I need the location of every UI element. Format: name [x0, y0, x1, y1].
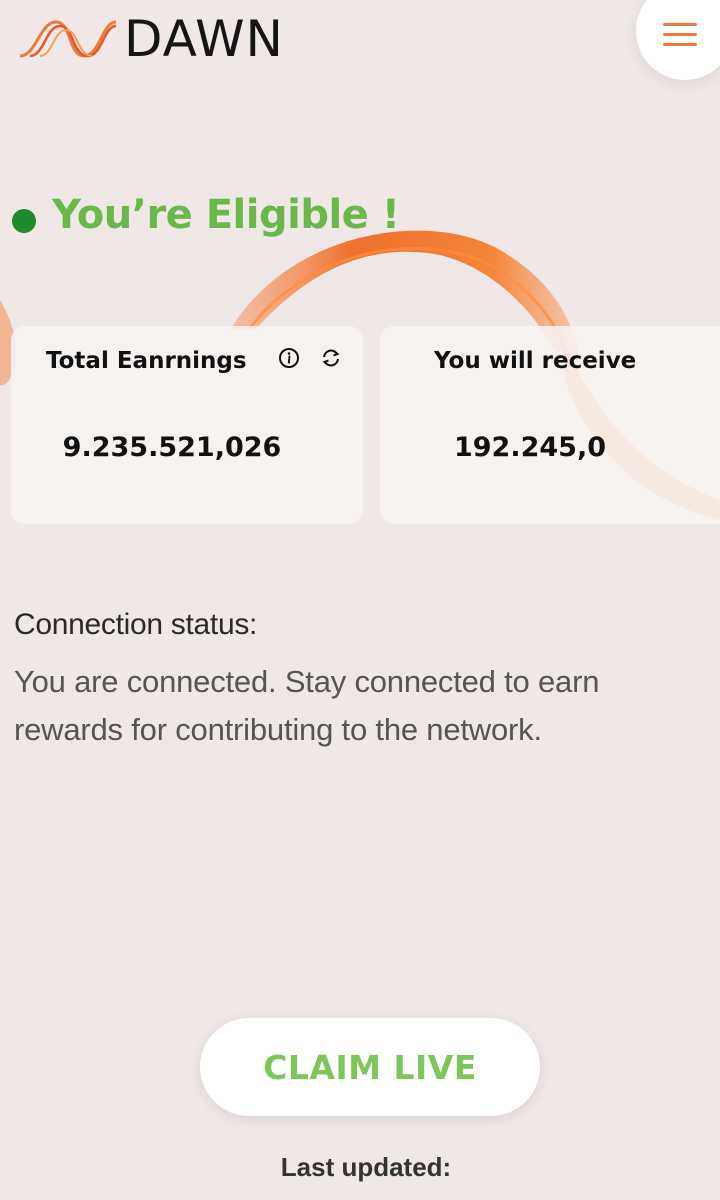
total-earnings-card: Total Eanrnings 9.235.521,026	[11, 326, 363, 524]
dawn-dashboard: DAWN You’re Eligible ! Total Eanrnings 9…	[0, 0, 720, 1200]
claim-live-button[interactable]: CLAIM LIVE	[200, 1018, 540, 1116]
wave-logo-icon	[19, 20, 117, 58]
brand-name: DAWN	[124, 10, 284, 68]
last-updated-label: Last updated:	[280, 1152, 452, 1182]
hamburger-menu-icon-bar	[663, 43, 697, 46]
you-will-receive-card: You will receive 192.245,0	[380, 326, 720, 524]
hamburger-menu-icon-bar	[663, 33, 697, 36]
hamburger-menu-icon	[663, 23, 697, 26]
total-earnings-label: Total Eanrnings	[46, 348, 247, 374]
dawn-logo[interactable]: DAWN	[16, 12, 284, 66]
menu-button[interactable]	[636, 0, 720, 80]
eligibility-title: You’re Eligible !	[52, 192, 400, 238]
you-will-receive-label: You will receive	[434, 348, 637, 374]
total-earnings-value: 9.235.521,026	[62, 432, 282, 463]
you-will-receive-value: 192.245,0	[453, 432, 607, 463]
info-icon[interactable]	[275, 344, 303, 372]
refresh-icon[interactable]	[317, 344, 345, 372]
connection-status-text: You are connected. Stay connected to ear…	[14, 664, 600, 747]
connection-status-label: Connection status:	[14, 608, 258, 641]
eligibility-status: You’re Eligible !	[12, 192, 400, 238]
status-dot-icon	[12, 209, 36, 233]
